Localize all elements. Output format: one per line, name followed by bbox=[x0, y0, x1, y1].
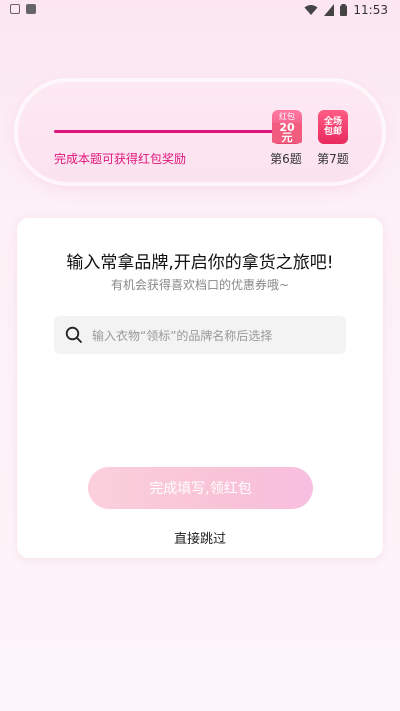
red-packet-milestone-badge: 红包 20元 bbox=[272, 110, 302, 144]
skip-link[interactable]: 直接跳过 bbox=[17, 528, 383, 547]
milestone-label-6: 第6题 bbox=[270, 152, 302, 166]
progress-reward-text: 完成本题可获得红包奖励 bbox=[54, 152, 187, 166]
status-bar: 11:53 bbox=[0, 0, 400, 22]
notification-icon bbox=[10, 4, 20, 14]
milestone-label-7: 第7题 bbox=[317, 152, 349, 166]
brand-input-card: 输入常拿品牌,开启你的拿货之旅吧! 有机会获得喜欢档口的优惠券哦~ 完成填写,领… bbox=[17, 218, 383, 558]
page-subtitle: 有机会获得喜欢档口的优惠券哦~ bbox=[110, 278, 290, 292]
signal-icon bbox=[324, 4, 335, 16]
page-title: 输入常拿品牌,开启你的拿货之旅吧! bbox=[66, 253, 334, 273]
progress-card: 红包 20元 全场 包邮 完成本题可获得红包奖励 第6题 第7题 bbox=[18, 82, 382, 182]
status-notification-icons bbox=[10, 4, 36, 14]
progress-bar bbox=[54, 130, 284, 133]
free-shipping-line2: 包邮 bbox=[323, 127, 342, 137]
app-notification-icon bbox=[26, 4, 36, 14]
brand-search-input[interactable] bbox=[90, 316, 344, 356]
status-time: 11:53 bbox=[353, 3, 388, 17]
red-packet-label: 红包 bbox=[279, 111, 295, 121]
battery-icon bbox=[340, 4, 348, 16]
wifi-icon bbox=[304, 5, 318, 15]
submit-button[interactable]: 完成填写,领红包 bbox=[88, 467, 313, 509]
free-shipping-milestone-badge: 全场 包邮 bbox=[318, 110, 348, 144]
brand-search-box[interactable] bbox=[54, 316, 346, 356]
red-packet-amount: 20元 bbox=[272, 122, 302, 143]
free-shipping-line1: 全场 bbox=[323, 117, 342, 127]
search-icon bbox=[65, 326, 82, 343]
